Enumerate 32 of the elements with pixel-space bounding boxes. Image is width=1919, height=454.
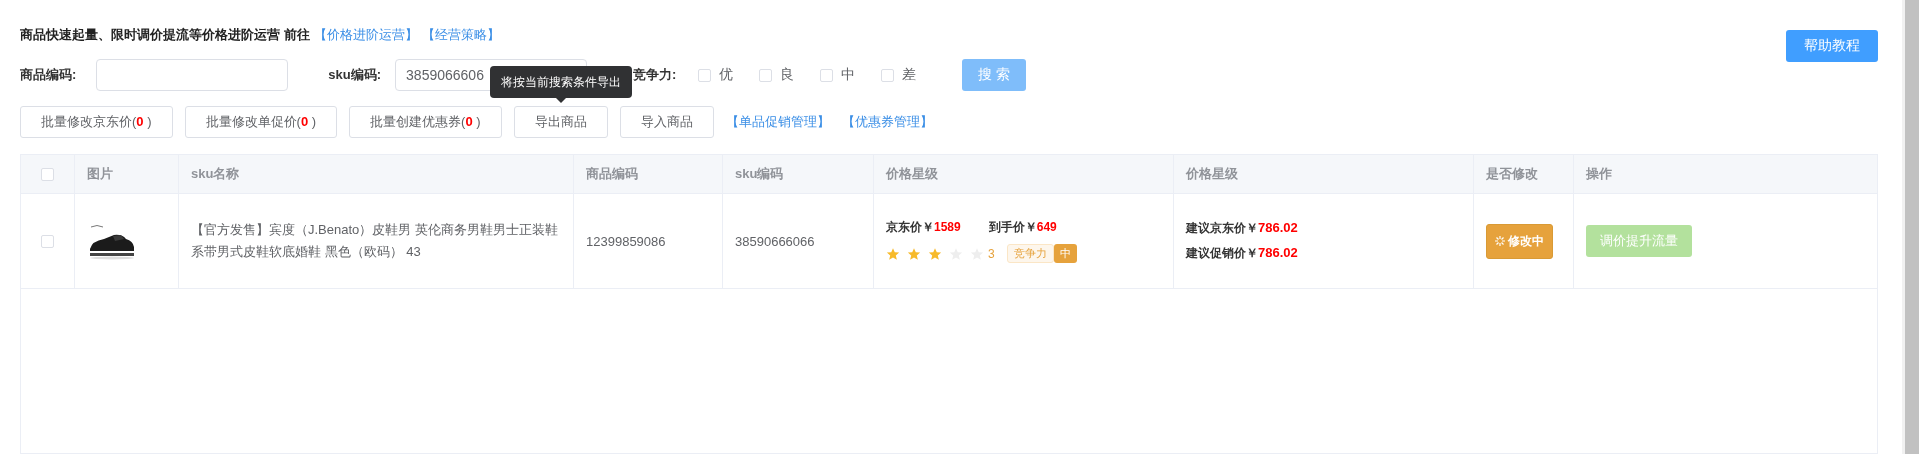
field-label: 商品编码: bbox=[20, 66, 77, 84]
price-label: 京东价￥ bbox=[886, 220, 934, 234]
sku-name: 【官方发售】宾度（J.Benato）皮鞋男 英伦商务男鞋男士正装鞋系带男式皮鞋软底婚鞋 黑色（欧码） 43 bbox=[191, 221, 559, 261]
price-label: 到手价￥ bbox=[988, 220, 1037, 234]
price-label: 建议促销价￥ bbox=[1186, 246, 1258, 260]
checkbox-label: 优 bbox=[719, 66, 734, 84]
column-header: 是否修改 bbox=[1486, 165, 1538, 183]
price-value: 786.02 bbox=[1258, 220, 1298, 235]
notice-text: 商品快速起量、限时调价提流等价格进阶运营 前往 bbox=[20, 26, 310, 44]
price-label: 建议京东价￥ bbox=[1186, 221, 1258, 235]
checkbox-label: 差 bbox=[902, 66, 917, 84]
price-value: 786.02 bbox=[1258, 245, 1298, 260]
status-tag: 修改中 bbox=[1486, 223, 1553, 259]
column-header: 操作 bbox=[1586, 165, 1612, 183]
column-header: 商品编码 bbox=[586, 165, 638, 183]
checkbox-label: 中 bbox=[841, 66, 856, 84]
table-cell: 12399859086 bbox=[586, 233, 666, 249]
column-header: 图片 bbox=[87, 165, 113, 183]
table-cell: 38590666066 bbox=[735, 233, 815, 249]
field-label: 竞争力: bbox=[633, 66, 677, 84]
competitiveness-tag: 竞争力 bbox=[1006, 244, 1054, 263]
tooltip: 将按当前搜索条件导出 bbox=[489, 66, 632, 98]
price-value: 649 bbox=[1036, 220, 1057, 234]
checkbox-label: 良 bbox=[780, 66, 795, 84]
column-header: 价格星级 bbox=[1186, 165, 1238, 183]
price-value: 1589 bbox=[934, 220, 961, 234]
column-header: sku编码 bbox=[735, 165, 784, 183]
column-header: sku名称 bbox=[191, 165, 240, 183]
column-header: 价格星级 bbox=[886, 165, 938, 183]
competitiveness-level-tag: 中 bbox=[1053, 244, 1077, 263]
star-count: 3 bbox=[988, 246, 995, 261]
field-label: sku编码: bbox=[328, 66, 382, 84]
